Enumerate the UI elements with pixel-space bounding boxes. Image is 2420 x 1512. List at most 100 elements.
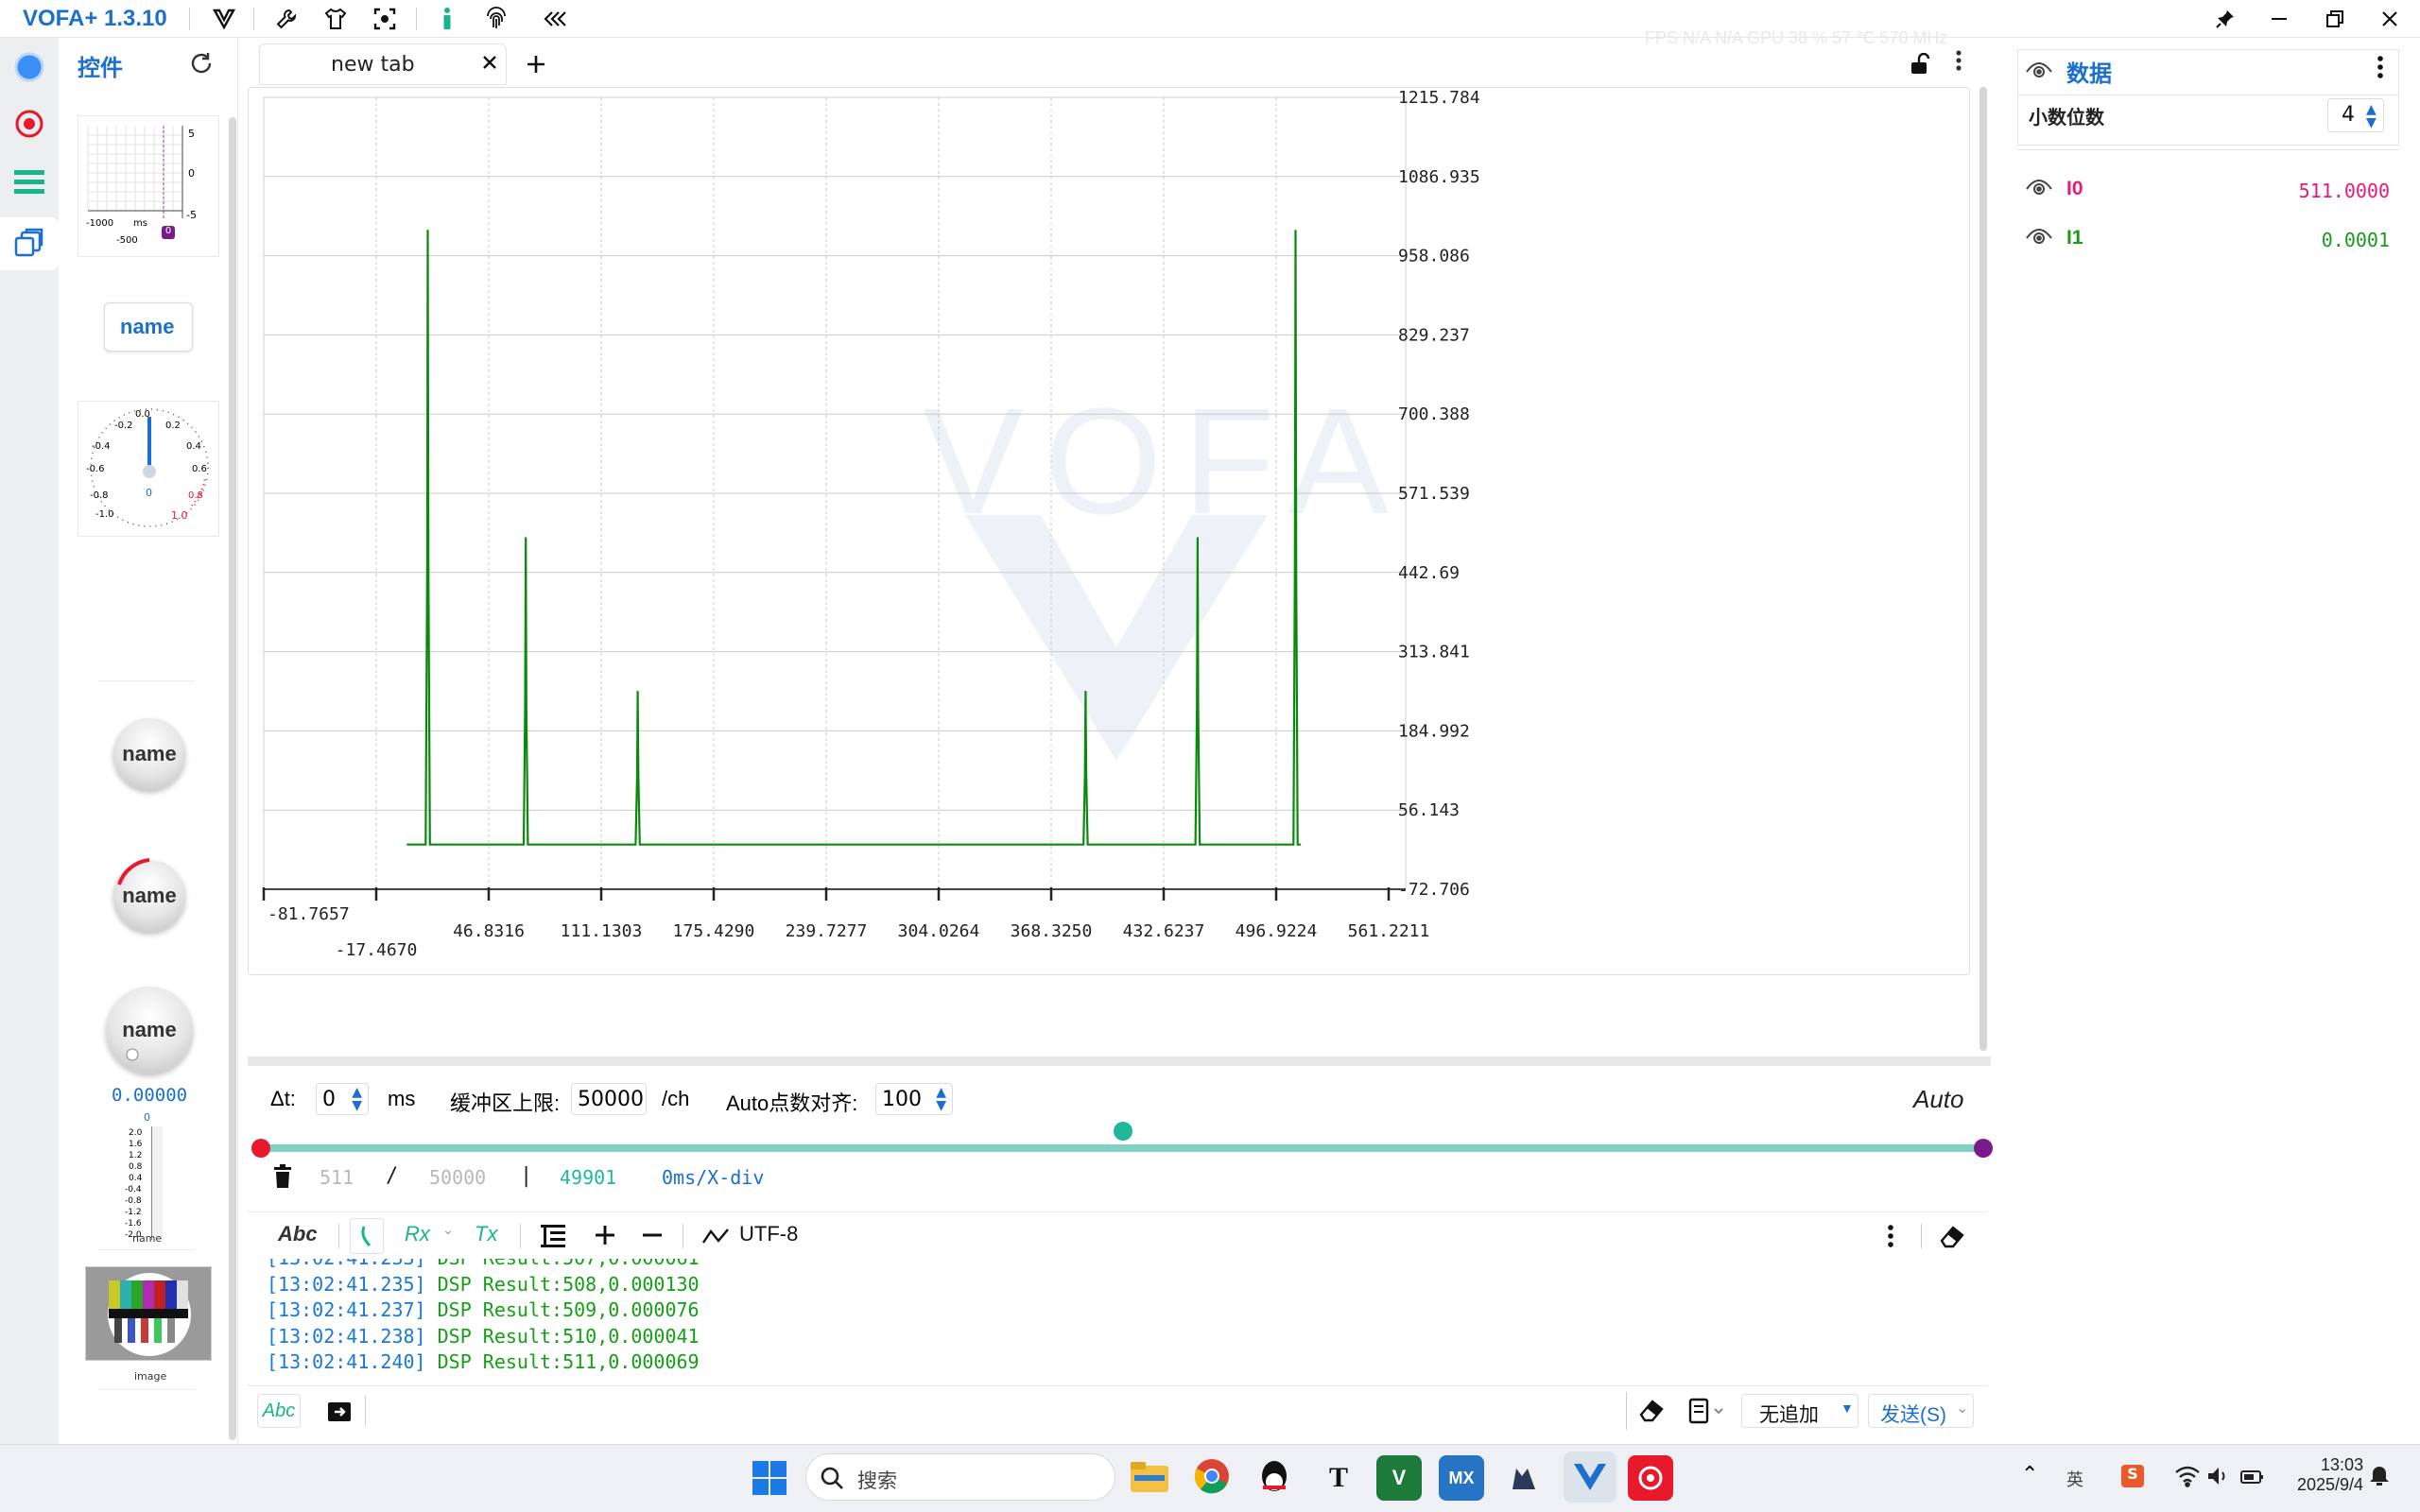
trash-icon[interactable] bbox=[272, 1164, 293, 1193]
visibility-icon[interactable] bbox=[2025, 223, 2053, 251]
rx-toggle[interactable]: Rx bbox=[405, 1222, 430, 1246]
zoom-out-icon[interactable] bbox=[641, 1224, 664, 1251]
close-tab-icon[interactable] bbox=[482, 49, 497, 76]
append-mode-select[interactable]: 无追加 ▼ bbox=[1741, 1394, 1858, 1428]
list-icon[interactable] bbox=[8, 161, 51, 204]
qq-icon[interactable] bbox=[1252, 1453, 1297, 1499]
send-button[interactable]: 发送(S) ⌄ bbox=[1868, 1394, 1974, 1428]
send-text-mode-button[interactable]: Abc bbox=[257, 1394, 301, 1428]
collapse-left-icon[interactable] bbox=[539, 4, 571, 34]
file-explorer-icon[interactable] bbox=[1127, 1453, 1172, 1499]
auto-align-input[interactable]: 100 ▲ ▼ bbox=[875, 1083, 953, 1115]
pin-icon[interactable] bbox=[2204, 2, 2246, 36]
widgets-nav-icon[interactable] bbox=[8, 221, 51, 265]
widget-image[interactable] bbox=[85, 1266, 212, 1361]
divider bbox=[365, 1396, 366, 1426]
widget-knob-large[interactable]: name bbox=[106, 987, 193, 1074]
mini-chart-xtick: ms bbox=[133, 218, 147, 229]
clear-send-icon[interactable] bbox=[1637, 1398, 1664, 1427]
send-history-icon[interactable] bbox=[1688, 1398, 1726, 1429]
tx-toggle[interactable]: Tx bbox=[475, 1222, 497, 1246]
widget-meter[interactable]: 0.0 -0.2 0.2 -0.4 0.4 -0.6 0.6 -0.8 0.8 … bbox=[78, 401, 219, 537]
panel-splitter[interactable] bbox=[248, 1057, 1991, 1066]
typora-icon[interactable]: T bbox=[1316, 1455, 1361, 1501]
chevron-down-icon[interactable]: ⌄ bbox=[442, 1222, 454, 1238]
notification-bell-icon[interactable] bbox=[2369, 1465, 2390, 1491]
widget-knob-dial[interactable]: name bbox=[113, 858, 185, 932]
more-options-icon[interactable] bbox=[2377, 55, 2384, 83]
zoom-in-icon[interactable] bbox=[594, 1224, 616, 1251]
widget-bar-gauge[interactable]: 0 2.0 1.6 1.2 0.8 0.4 -0.4 -0.8 -1.2 -1.… bbox=[115, 1111, 182, 1247]
screenshot-icon[interactable] bbox=[369, 4, 401, 34]
os-clock[interactable]: 13:03 2025/9/4 bbox=[2297, 1455, 2363, 1495]
widget-waveform[interactable]: 5 0 -5 -1000 ms -500 0 bbox=[78, 115, 219, 257]
send-input[interactable] bbox=[380, 1394, 1855, 1428]
wifi-icon[interactable] bbox=[2174, 1465, 2201, 1491]
bar-gauge-label: 1.6 bbox=[129, 1140, 143, 1149]
wrench-icon[interactable] bbox=[270, 4, 302, 34]
record-icon[interactable] bbox=[8, 102, 51, 146]
widgets-scrollbar[interactable] bbox=[229, 117, 236, 1440]
shirt-icon[interactable] bbox=[320, 4, 352, 34]
widget-knob[interactable]: name bbox=[113, 718, 185, 790]
buffer-limit-input[interactable]: 50000 bbox=[571, 1083, 647, 1115]
info-icon[interactable] bbox=[431, 4, 463, 34]
channel-name: I0 bbox=[2066, 178, 2083, 199]
keil-icon[interactable]: V bbox=[1376, 1455, 1422, 1501]
channel-row-i0[interactable]: I0 511.0000 bbox=[2017, 166, 2399, 212]
range-slider-cursor-handle[interactable] bbox=[1114, 1122, 1132, 1141]
encoding-icon[interactable] bbox=[701, 1226, 730, 1251]
widget-button[interactable]: name bbox=[104, 302, 193, 352]
add-tab-icon[interactable] bbox=[526, 45, 546, 83]
start-icon[interactable] bbox=[747, 1455, 792, 1501]
chevron-up-icon[interactable]: ⌃ bbox=[2021, 1463, 2038, 1486]
mini-chart-ytick: -5 bbox=[186, 209, 197, 221]
text-mode-button[interactable]: Abc bbox=[278, 1222, 318, 1246]
buffer-max: 50000 bbox=[429, 1166, 487, 1189]
vofa-taskbar-icon[interactable] bbox=[1564, 1452, 1616, 1503]
terminal-app-icon[interactable] bbox=[1501, 1455, 1547, 1501]
sogou-icon[interactable]: S bbox=[2121, 1465, 2144, 1487]
eraser-icon[interactable] bbox=[1938, 1224, 1964, 1253]
main-scrollbar[interactable] bbox=[1979, 87, 1987, 1051]
decimal-places-input[interactable]: 4 ▲ ▼ bbox=[2327, 98, 2384, 132]
visibility-icon[interactable] bbox=[2025, 174, 2053, 202]
send-file-icon[interactable] bbox=[327, 1400, 352, 1427]
channel-row-i1[interactable]: I1 0.0001 bbox=[2017, 215, 2399, 261]
connection-status-icon[interactable] bbox=[8, 45, 51, 89]
minimize-button[interactable] bbox=[2259, 2, 2301, 36]
plot-canvas[interactable]: -81.7657 -17.4670 46.8316 111.1303 175.4290 2… bbox=[249, 88, 1971, 976]
vofa-logo-icon[interactable] bbox=[208, 4, 240, 34]
more-options-icon[interactable] bbox=[1887, 1224, 1894, 1253]
terminal-output[interactable]: [13:02:41.233] DSP Result:507,0.000061 [… bbox=[248, 1259, 1987, 1380]
fingerprint-icon[interactable] bbox=[480, 4, 512, 34]
cubemx-icon[interactable]: MX bbox=[1439, 1455, 1484, 1501]
range-slider-left-handle[interactable] bbox=[251, 1139, 270, 1158]
auto-mode-toggle[interactable]: Auto bbox=[1913, 1085, 1964, 1114]
waveform-plot[interactable]: VOFA -81.7657 -17.4670 46.8316 111.1303 175.… bbox=[248, 87, 1970, 975]
os-search-box[interactable]: 搜索 bbox=[805, 1453, 1115, 1501]
visibility-icon[interactable] bbox=[2025, 57, 2053, 85]
restore-button[interactable] bbox=[2314, 2, 2356, 36]
unlock-icon[interactable] bbox=[1910, 52, 1930, 81]
more-options-icon[interactable] bbox=[1955, 49, 1962, 78]
close-window-button[interactable] bbox=[2369, 2, 2411, 36]
battery-icon[interactable] bbox=[2240, 1467, 2265, 1491]
ime-icon[interactable]: 英 bbox=[2066, 1467, 2083, 1491]
netease-music-icon[interactable] bbox=[1628, 1455, 1673, 1501]
app-title: VOFA+ 1.3.10 bbox=[23, 6, 167, 31]
knob-label: name bbox=[122, 1018, 177, 1041]
wrap-text-icon[interactable] bbox=[541, 1224, 565, 1253]
spin-arrows-icon[interactable]: ▲ ▼ bbox=[936, 1086, 946, 1112]
spin-arrows-icon[interactable]: ▲ ▼ bbox=[352, 1086, 362, 1112]
spin-arrows-icon[interactable]: ▲ ▼ bbox=[2366, 103, 2377, 129]
refresh-icon[interactable] bbox=[185, 47, 217, 79]
x-tick-label: 111.1303 bbox=[561, 921, 643, 941]
range-slider-track[interactable] bbox=[261, 1144, 1981, 1152]
chrome-icon[interactable] bbox=[1189, 1453, 1235, 1499]
volume-icon[interactable] bbox=[2206, 1465, 2229, 1491]
dt-input[interactable]: 0 ▲ ▼ bbox=[316, 1083, 369, 1115]
encoding-label[interactable]: UTF-8 bbox=[739, 1222, 798, 1246]
range-slider-right-handle[interactable] bbox=[1974, 1139, 1993, 1158]
timestamp-toggle[interactable] bbox=[350, 1218, 384, 1254]
